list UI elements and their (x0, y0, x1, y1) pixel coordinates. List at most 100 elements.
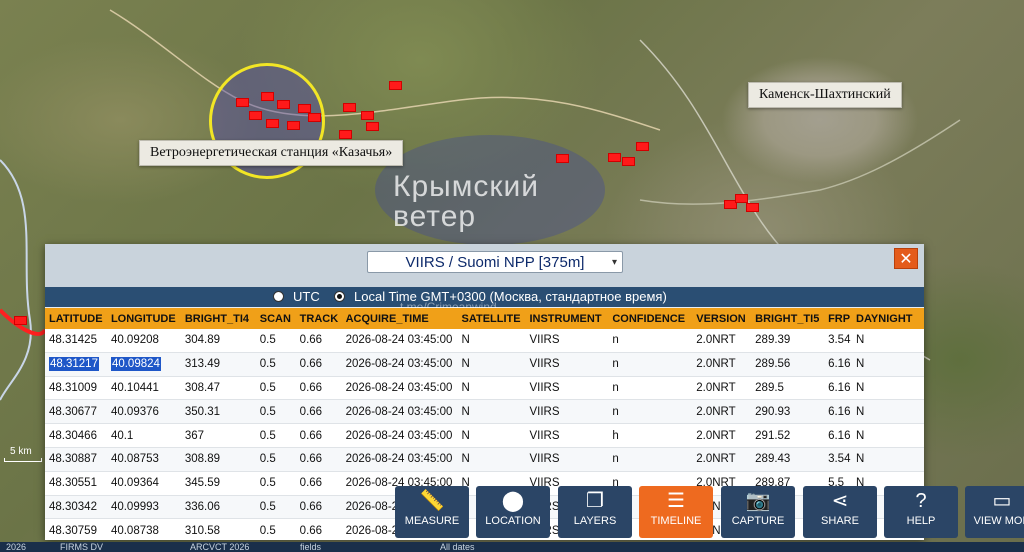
close-button[interactable]: ✕ (894, 248, 918, 269)
table-row[interactable]: 48.30466 40.1 367 0.5 0.66 2026-08-24 03:45:0… (45, 423, 924, 448)
table-row[interactable]: 48.30677 40.09376 350.31 0.5 0.66 2026-08-24 … (45, 399, 924, 425)
table-cell: 6.16 (824, 352, 853, 377)
toolbar-label: VIEW MOD (973, 515, 1024, 527)
fire-hotspot[interactable] (261, 92, 274, 101)
table-row[interactable]: 48.30887 40.08753 308.89 0.5 0.66 2026-08-24 … (45, 447, 924, 472)
column-header[interactable]: VERSION (692, 308, 752, 329)
table-cell: 2.0NRT (692, 447, 752, 472)
column-header[interactable]: SCAN (255, 308, 296, 329)
column-header[interactable]: SATELLITE (457, 308, 526, 329)
column-header[interactable]: ACQUIRE_TIME (341, 308, 458, 329)
fire-hotspot[interactable] (343, 103, 356, 112)
table-cell: n (608, 376, 693, 401)
fire-hotspot[interactable] (389, 81, 402, 90)
toolbar-label: TIMELINE (650, 515, 702, 527)
view-mod-button[interactable]: ▭ VIEW MOD (965, 486, 1024, 538)
table-cell: n (608, 447, 693, 472)
column-header[interactable]: TRACK (295, 308, 342, 329)
camera-icon: 📷 (745, 490, 771, 512)
fire-hotspot[interactable] (622, 157, 635, 166)
fire-hotspot[interactable] (608, 153, 621, 162)
fire-hotspot[interactable] (361, 111, 374, 120)
fire-hotspot[interactable] (308, 113, 321, 122)
toolbar-label: LOCATION (485, 515, 541, 527)
fire-hotspot[interactable] (14, 316, 27, 325)
panel-header: VIIRS / Suomi NPP [375m] ▾ ✕ (45, 244, 924, 287)
timeline-button[interactable]: ☰ TIMELINE (639, 486, 713, 538)
location-button[interactable]: ⬤ LOCATION (476, 486, 550, 538)
table-row[interactable]: 48.31009 40.10441 308.47 0.5 0.66 2026-08-24 … (45, 376, 924, 401)
chevron-down-icon: ▾ (611, 257, 617, 268)
table-cell: 48.31009 (45, 376, 107, 401)
fire-hotspot[interactable] (636, 142, 649, 151)
column-header[interactable]: INSTRUMENT (525, 308, 609, 329)
table-cell: 0.66 (295, 495, 342, 520)
table-cell: VIIRS (525, 447, 609, 472)
fire-hotspot[interactable] (266, 119, 279, 128)
help-button[interactable]: ? HELP (884, 486, 958, 538)
fire-hotspot[interactable] (287, 121, 300, 130)
table-cell: 289.39 (751, 329, 825, 353)
measure-button[interactable]: 📏 MEASURE (395, 486, 469, 538)
utc-label: UTC (293, 289, 320, 304)
column-header[interactable]: LONGITUDE (106, 308, 181, 329)
fire-hotspot[interactable] (236, 98, 249, 107)
bottom-tab-arcvct[interactable]: ARCVCT 2026 (190, 542, 249, 552)
table-cell: 2026-08-24 03:45:00 (341, 376, 458, 401)
fire-hotspot[interactable] (277, 100, 290, 109)
capture-button[interactable]: 📷 CAPTURE (721, 486, 795, 538)
table-cell: n (608, 352, 693, 377)
table-cell: 48.30466 (45, 423, 107, 448)
bottom-tab-firms[interactable]: FIRMS DV (60, 542, 103, 552)
table-cell: 40.09824 (106, 352, 181, 377)
fire-hotspot[interactable] (746, 203, 759, 212)
table-cell: N (852, 352, 924, 377)
toolbar-label: MEASURE (404, 515, 460, 527)
column-header[interactable]: BRIGHT_TI5 (751, 308, 825, 329)
table-row[interactable]: 48.31217 40.09824 313.49 0.5 0.66 2026-08-24 … (45, 352, 924, 377)
map-label-station: Ветроэнергетическая станция «Казачья» (139, 140, 404, 166)
fire-hotspot[interactable] (298, 104, 311, 113)
layers-button[interactable]: ❐ LAYERS (558, 486, 632, 538)
column-header[interactable]: FRP (824, 308, 853, 329)
local-time-radio[interactable] (334, 291, 345, 302)
table-cell: N (457, 376, 526, 401)
table-cell: N (852, 423, 924, 448)
bottom-fields: fields (300, 542, 322, 552)
column-header[interactable]: LATITUDE (45, 308, 107, 329)
table-cell: 40.08738 (106, 518, 181, 540)
source-select-value: VIIRS / Suomi NPP [375m] (405, 254, 585, 271)
table-cell: n (608, 329, 693, 353)
fire-hotspot[interactable] (556, 154, 569, 163)
table-cell: 40.10441 (106, 376, 181, 401)
column-header[interactable]: BRIGHT_TI4 (180, 308, 256, 329)
table-cell: 2026-08-24 03:45:00 (341, 329, 458, 353)
scale-label: 5 km (10, 446, 32, 457)
table-cell: 0.5 (255, 399, 296, 425)
table-cell: VIIRS (525, 399, 609, 425)
table-cell: 2026-08-24 03:45:00 (341, 399, 458, 425)
fire-hotspot[interactable] (735, 194, 748, 203)
fire-hotspot[interactable] (249, 111, 262, 120)
column-header[interactable]: DAYNIGHT (852, 308, 924, 329)
table-cell: 2.0NRT (692, 352, 752, 377)
table-cell: 308.47 (180, 376, 256, 401)
table-cell: VIIRS (525, 376, 609, 401)
table-cell: 40.09376 (106, 399, 181, 425)
table-cell: 290.93 (751, 399, 825, 425)
table-cell: 0.66 (295, 399, 342, 425)
table-cell: n (608, 399, 693, 425)
column-header[interactable]: CONFIDENCE (608, 308, 693, 329)
source-select[interactable]: VIIRS / Suomi NPP [375m] ▾ (367, 251, 623, 273)
share-button[interactable]: ⋖ SHARE (803, 486, 877, 538)
fire-hotspot[interactable] (339, 130, 352, 139)
table-cell: 291.52 (751, 423, 825, 448)
table-row[interactable]: 48.31425 40.09208 304.89 0.5 0.66 2026-08-24 … (45, 329, 924, 353)
fire-hotspot[interactable] (366, 122, 379, 131)
table-cell: 48.30677 (45, 399, 107, 425)
bottom-dates: All dates (440, 542, 475, 552)
toolbar-label: LAYERS (573, 515, 617, 527)
utc-radio[interactable] (273, 291, 284, 302)
table-cell: 0.5 (255, 376, 296, 401)
table-cell: 336.06 (180, 495, 256, 520)
